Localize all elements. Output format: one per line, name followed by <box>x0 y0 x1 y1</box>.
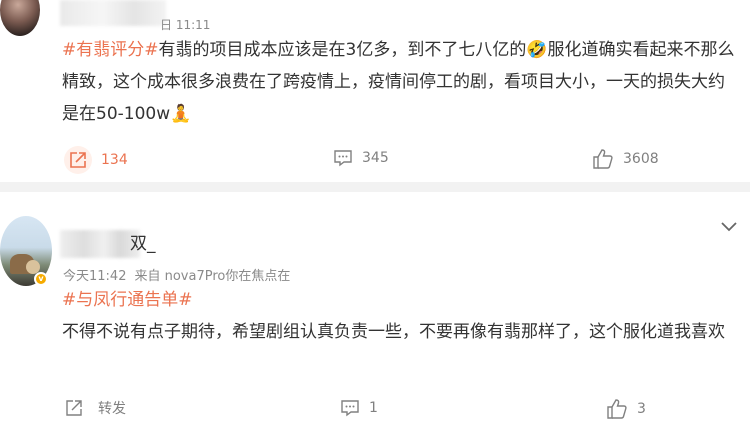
blurred-username[interactable] <box>60 230 140 258</box>
like-button[interactable]: 3 <box>606 398 646 420</box>
weibo-post-1: 日 11:11 #有翡评分#有翡的项目成本应该是在3亿多，到不了七八亿的🤣服化道… <box>0 0 750 182</box>
post-source: 来自 nova7Pro你在焦点在 <box>134 269 291 284</box>
laugh-cry-emoji-icon: 🤣 <box>526 40 548 60</box>
post-text-part-1: 有翡的项目成本应该是在3亿多，到不了七八亿的 <box>158 40 527 60</box>
thumbs-up-icon <box>592 148 614 170</box>
comment-icon <box>333 148 353 168</box>
post-time: 日 11:11 <box>160 18 211 32</box>
like-count: 3 <box>637 401 646 417</box>
topic-link[interactable]: #与凤行通告单# <box>62 284 193 316</box>
forward-button[interactable]: 134 <box>64 146 128 174</box>
comment-count: 1 <box>369 400 378 416</box>
forward-button[interactable]: 转发 <box>64 398 126 418</box>
comment-count: 345 <box>362 150 389 166</box>
post-body: 不得不说有点子期待，希望剧组认真负责一些，不要再像有翡那样了，这个服化道我喜欢 <box>62 322 725 342</box>
post-meta: 今天11:42 来自 nova7Pro你在焦点在 <box>63 265 290 284</box>
comment-button[interactable]: 345 <box>333 148 389 168</box>
forward-label: 转发 <box>98 401 126 417</box>
forward-icon <box>64 146 92 174</box>
topic-link[interactable]: #有翡评分# <box>62 40 159 60</box>
post-divider <box>0 182 750 192</box>
verified-badge-icon: v <box>34 272 48 286</box>
comment-icon <box>340 398 360 418</box>
thumbs-up-icon <box>606 398 628 420</box>
meditate-emoji-icon: 🧘 <box>170 104 192 124</box>
username-suffix[interactable]: 双_ <box>130 229 156 254</box>
forward-icon <box>64 398 84 418</box>
blurred-username[interactable] <box>60 0 166 26</box>
post-time: 今天11:42 <box>63 269 127 284</box>
post-body: #有翡评分#有翡的项目成本应该是在3亿多，到不了七八亿的🤣服化道确实看起来不那么… <box>62 34 738 130</box>
like-button[interactable]: 3608 <box>592 148 659 170</box>
like-count: 3608 <box>623 151 659 167</box>
weibo-post-2: v 双_ 今天11:42 来自 nova7Pro你在焦点在 #与凤行通告单# 不得… <box>0 192 750 432</box>
avatar[interactable] <box>0 0 40 36</box>
comment-button[interactable]: 1 <box>340 398 378 418</box>
forward-count: 134 <box>101 152 128 168</box>
chevron-down-icon[interactable] <box>720 218 738 237</box>
